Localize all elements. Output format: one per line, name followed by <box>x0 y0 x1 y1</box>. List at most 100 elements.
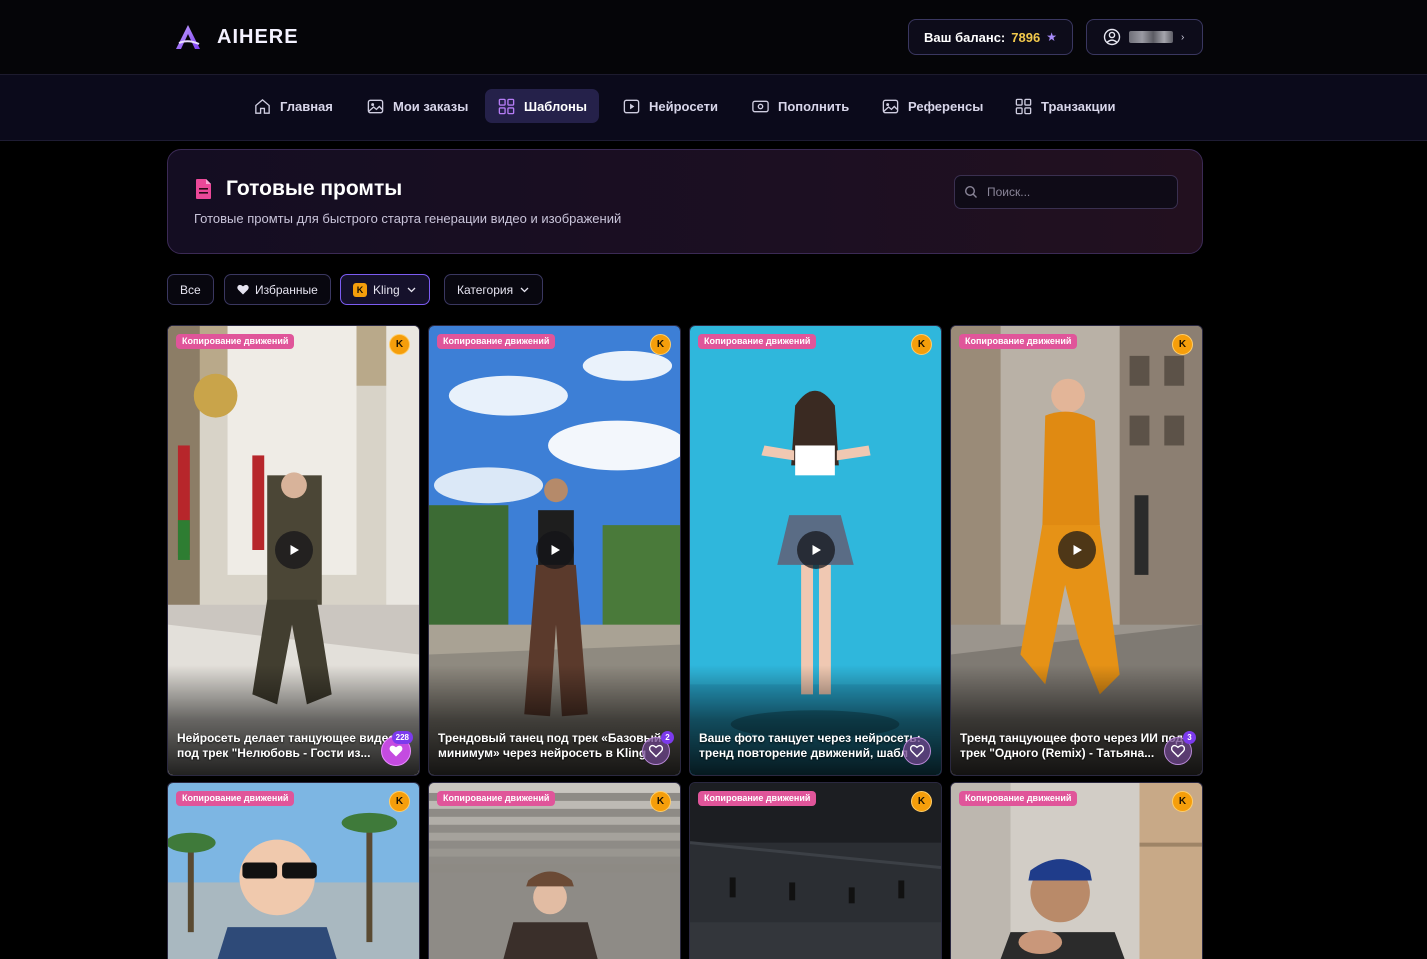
filter-favorites-button[interactable]: Избранные <box>224 274 331 305</box>
favorite-button[interactable] <box>903 737 931 765</box>
page-subtitle: Готовые промты для быстрого старта генер… <box>194 211 622 226</box>
grid-icon <box>1015 98 1032 114</box>
chevron-down-icon <box>520 287 529 293</box>
category-tag: Копирование движений <box>959 334 1078 349</box>
kling-logo-icon: K <box>1172 791 1193 812</box>
card-title: Трендовый танец под трек «Базовый миниму… <box>438 731 674 761</box>
nav-item-references[interactable]: Референсы <box>869 89 995 123</box>
heart-outline-icon <box>649 744 663 758</box>
filter-model-dropdown[interactable]: K Kling <box>340 274 430 305</box>
filter-label: Все <box>180 282 201 297</box>
card-title-line: Трендовый танец под трек «Базовый <box>438 731 662 745</box>
template-card[interactable]: Копирование движений K <box>950 782 1203 959</box>
nav-label: Главная <box>280 98 333 114</box>
balance-label: Ваш баланс: <box>924 29 1006 45</box>
favorite-count: 2 <box>661 731 674 744</box>
kling-logo-icon: K <box>650 334 671 355</box>
nav-label: Мои заказы <box>393 98 469 114</box>
template-card[interactable]: Копирование движений K Тренд танцующее ф… <box>950 325 1203 776</box>
nav-item-transactions[interactable]: Транзакции <box>1002 89 1127 123</box>
play-button[interactable] <box>797 531 835 569</box>
kling-logo-icon: K <box>911 334 932 355</box>
user-name-blurred <box>1129 31 1173 43</box>
category-tag: Копирование движений <box>437 334 556 349</box>
logo-text: AIHERE <box>217 25 299 48</box>
play-icon <box>290 545 299 555</box>
template-card[interactable]: Копирование движений K Ваше фото танцует… <box>689 325 942 776</box>
chevron-right-icon: › <box>1181 31 1185 43</box>
category-tag: Копирование движений <box>437 791 556 806</box>
play-button[interactable] <box>1058 531 1096 569</box>
play-icon <box>551 545 560 555</box>
category-tag: Копирование движений <box>176 334 295 349</box>
balance-button[interactable]: Ваш баланс: 7896 ★ <box>908 19 1073 55</box>
kling-logo-icon: K <box>353 282 367 297</box>
heart-icon <box>237 284 249 295</box>
main-navigation: Главная Мои заказы Шаблоны Нейросети Поп… <box>0 75 1427 141</box>
card-title-line: Нейросеть делает танцующее видео <box>177 731 396 745</box>
template-card[interactable]: Копирование движений K <box>167 782 420 959</box>
category-tag: Копирование движений <box>698 334 817 349</box>
nav-label: Пополнить <box>778 98 850 114</box>
nav-label: Референсы <box>908 98 984 114</box>
filter-all-button[interactable]: Все <box>167 274 214 305</box>
filter-category-dropdown[interactable]: Категория <box>444 274 544 305</box>
favorite-count: 3 <box>1183 731 1196 744</box>
document-icon <box>196 179 211 199</box>
heart-outline-icon <box>1171 744 1185 758</box>
template-card[interactable]: Копирование движений K <box>689 782 942 959</box>
card-title: Ваше фото танцует через нейросеть: тренд… <box>699 731 935 761</box>
nav-item-neural-networks[interactable]: Нейросети <box>610 89 730 123</box>
search-input[interactable] <box>987 185 1157 199</box>
card-title-line: под трек "Нелюбовь - Гости из... <box>177 746 371 760</box>
kling-logo-icon: K <box>911 791 932 812</box>
nav-item-home[interactable]: Главная <box>241 89 345 123</box>
nav-item-templates[interactable]: Шаблоны <box>485 89 599 123</box>
card-title-line: минимум» через нейросеть в Kling <box>438 746 647 760</box>
nav-item-top-up[interactable]: Пополнить <box>739 89 861 123</box>
page-header-card: Готовые промты Готовые промты для быстро… <box>167 149 1203 254</box>
balance-value: 7896 <box>1011 29 1041 45</box>
nav-item-orders[interactable]: Мои заказы <box>354 89 480 123</box>
play-button[interactable] <box>536 531 574 569</box>
kling-logo-icon: K <box>1172 334 1193 355</box>
logo-icon <box>176 25 200 49</box>
star-icon: ★ <box>1046 30 1057 44</box>
filter-label: Категория <box>457 282 514 297</box>
nav-label: Шаблоны <box>524 98 587 114</box>
image-icon <box>367 99 384 113</box>
card-title-line: Ваше фото танцует через нейросеть: <box>699 731 921 745</box>
top-header: AIHERE Ваш баланс: 7896 ★ › <box>0 0 1427 75</box>
image-icon <box>882 99 899 113</box>
card-title-line: трек "Одного (Remix) - Татьяна... <box>960 746 1155 760</box>
template-card[interactable]: Копирование движений K Нейросеть делает … <box>167 325 420 776</box>
video-icon <box>623 99 640 113</box>
category-tag: Копирование движений <box>176 791 295 806</box>
filter-label: Kling <box>373 282 400 297</box>
category-tag: Копирование движений <box>959 791 1078 806</box>
heart-outline-icon <box>910 744 924 758</box>
favorite-count: 228 <box>391 731 413 744</box>
heart-icon <box>389 745 403 757</box>
grid-icon <box>498 98 515 114</box>
category-tag: Копирование движений <box>698 791 817 806</box>
user-menu-button[interactable]: › <box>1086 19 1203 55</box>
home-icon <box>255 98 270 114</box>
search-box[interactable] <box>954 175 1178 209</box>
card-title: Тренд танцующее фото через ИИ под трек "… <box>960 731 1196 761</box>
card-title-line: тренд повторение движений, шабл <box>699 746 909 760</box>
wallet-icon <box>752 100 769 112</box>
logo[interactable]: AIHERE <box>173 22 299 52</box>
nav-label: Нейросети <box>649 98 718 114</box>
video-thumbnail <box>429 783 680 959</box>
play-button[interactable] <box>275 531 313 569</box>
user-icon <box>1103 28 1121 46</box>
card-title-line: Тренд танцующее фото через ИИ под <box>960 731 1184 745</box>
kling-logo-icon: K <box>389 334 410 355</box>
search-icon <box>964 185 977 198</box>
chevron-down-icon <box>407 287 416 293</box>
card-title: Нейросеть делает танцующее видео под тре… <box>177 731 413 761</box>
template-card[interactable]: Копирование движений K Трендовый танец п… <box>428 325 681 776</box>
template-card[interactable]: Копирование движений K <box>428 782 681 959</box>
kling-logo-icon: K <box>389 791 410 812</box>
